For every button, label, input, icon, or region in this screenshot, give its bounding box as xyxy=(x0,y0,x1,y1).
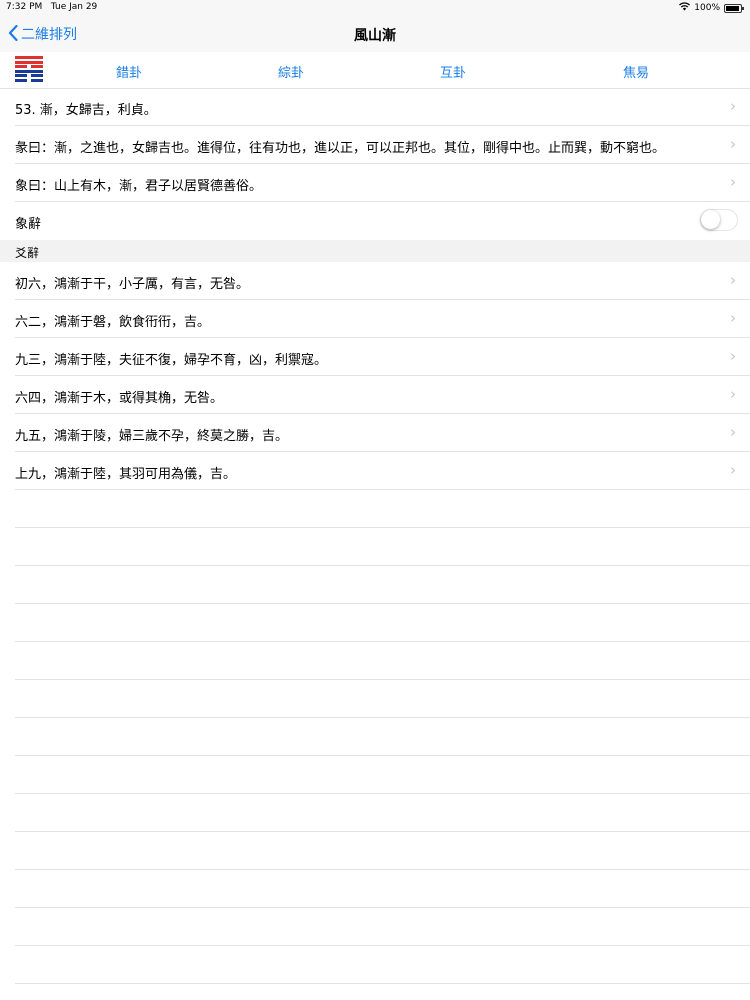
empty-row-divider xyxy=(15,565,750,566)
section-header-yao-ci: 爻辭 xyxy=(0,240,750,262)
battery-percent: 100% xyxy=(694,3,720,13)
chevron-right-icon: › xyxy=(730,271,736,289)
list-item-line-4[interactable]: 六四，鴻漸于木，或得其桷，无咎。 › xyxy=(0,376,750,414)
hexagram-line xyxy=(15,69,43,73)
hexagram-toolbar: 錯卦 綜卦 互卦 焦易 xyxy=(0,52,750,89)
empty-row-divider xyxy=(15,793,750,794)
navigation-bar: 二維排列 風山漸 xyxy=(0,16,750,53)
empty-row-divider xyxy=(15,603,750,604)
status-date-text: Tue Jan 29 xyxy=(50,2,98,12)
list-item-text: 彖曰：漸，之進也，女歸吉也。進得位，往有功也，進以正，可以正邦也。其位，剛得中也… xyxy=(15,141,666,156)
hexagram-line-segment xyxy=(31,65,43,69)
empty-row-divider xyxy=(15,755,750,756)
empty-row-divider xyxy=(15,641,750,642)
empty-row-divider xyxy=(15,717,750,718)
list-item-text: 象曰：山上有木，漸，君子以居賢德善俗。 xyxy=(15,179,263,194)
empty-row-divider xyxy=(15,527,750,528)
tab-hu-gua[interactable]: 互卦 xyxy=(440,62,466,81)
list-item-text: 初六，鴻漸于干，小子厲，有言，无咎。 xyxy=(15,277,250,292)
list-item-text: 九三，鴻漸于陸，夫征不復，婦孕不育，凶，利禦寇。 xyxy=(15,353,328,368)
list-item-line-6[interactable]: 上九，鴻漸于陸，其羽可用為儀，吉。 › xyxy=(0,452,750,490)
empty-row-divider xyxy=(15,983,750,984)
chevron-right-icon: › xyxy=(730,347,736,365)
chevron-right-icon: › xyxy=(730,97,736,115)
status-right: 100% xyxy=(679,2,744,14)
xiang-ci-toggle[interactable] xyxy=(700,209,738,231)
list-item-tuan[interactable]: 彖曰：漸，之進也，女歸吉也。進得位，往有功也，進以正，可以正邦也。其位，剛得中也… xyxy=(0,126,750,164)
status-time-text: 7:32 PM xyxy=(6,2,43,12)
wifi-icon xyxy=(679,2,691,14)
divider xyxy=(15,489,750,490)
list-item-text: 53. 漸，女歸吉，利貞。 xyxy=(15,103,157,118)
hexagram-line xyxy=(15,60,43,64)
list-item-line-3[interactable]: 九三，鴻漸于陸，夫征不復，婦孕不育，凶，利禦寇。 › xyxy=(0,338,750,376)
toggle-knob xyxy=(701,210,720,229)
tab-jiao-yi[interactable]: 焦易 xyxy=(623,62,649,81)
empty-row-divider xyxy=(15,679,750,680)
list-item-text: 六二，鴻漸于磐，飲食衎衎，吉。 xyxy=(15,315,211,330)
empty-row-divider xyxy=(15,907,750,908)
hexagram-line xyxy=(15,65,43,69)
empty-row-divider xyxy=(15,831,750,832)
hexagram-line-segment xyxy=(15,74,27,78)
status-time: 7:32 PM Tue Jan 29 xyxy=(6,2,97,12)
empty-row-divider xyxy=(15,945,750,946)
list-item-text: 九五，鴻漸于陵，婦三歲不孕，終莫之勝，吉。 xyxy=(15,429,289,444)
hexagram-line-segment xyxy=(31,78,43,82)
list-item-xiang[interactable]: 象曰：山上有木，漸，君子以居賢德善俗。 › xyxy=(0,164,750,202)
chevron-right-icon: › xyxy=(730,461,736,479)
hexagram-line-segment xyxy=(15,78,27,82)
toggle-row-xiang-ci: 象辭 xyxy=(0,202,750,240)
hexagram-icon xyxy=(15,56,43,84)
chevron-right-icon: › xyxy=(730,309,736,327)
chevron-right-icon: › xyxy=(730,385,736,403)
empty-row-divider xyxy=(15,869,750,870)
list-item-line-2[interactable]: 六二，鴻漸于磐，飲食衎衎，吉。 › xyxy=(0,300,750,338)
hexagram-line-segment xyxy=(31,74,43,78)
chevron-right-icon: › xyxy=(730,135,736,153)
hexagram-line-solid xyxy=(15,56,43,59)
toggle-label: 象辭 xyxy=(15,217,42,232)
hexagram-line-segment xyxy=(15,65,27,69)
hexagram-line xyxy=(15,56,43,59)
hexagram-line xyxy=(15,78,43,82)
list-item-line-5[interactable]: 九五，鴻漸于陵，婦三歲不孕，終莫之勝，吉。 › xyxy=(0,414,750,452)
chevron-right-icon: › xyxy=(730,423,736,441)
tab-cuo-gua[interactable]: 錯卦 xyxy=(116,62,142,81)
list-item-line-1[interactable]: 初六，鴻漸于干，小子厲，有言，无咎。 › xyxy=(0,262,750,300)
list-item-text: 上九，鴻漸于陸，其羽可用為儀，吉。 xyxy=(15,467,237,482)
hexagram-line-solid xyxy=(15,69,43,73)
section-title: 爻辭 xyxy=(15,246,40,260)
page-title: 風山漸 xyxy=(354,28,396,44)
tab-zong-gua[interactable]: 綜卦 xyxy=(278,62,304,81)
list-item-text: 六四，鴻漸于木，或得其桷，无咎。 xyxy=(15,391,224,406)
hexagram-line-solid xyxy=(15,60,43,64)
hexagram-line xyxy=(15,74,43,78)
list-item-judgment[interactable]: 53. 漸，女歸吉，利貞。 › xyxy=(0,88,750,126)
status-bar: 7:32 PM Tue Jan 29 100% xyxy=(0,0,750,16)
chevron-right-icon: › xyxy=(730,173,736,191)
battery-icon xyxy=(724,3,744,13)
